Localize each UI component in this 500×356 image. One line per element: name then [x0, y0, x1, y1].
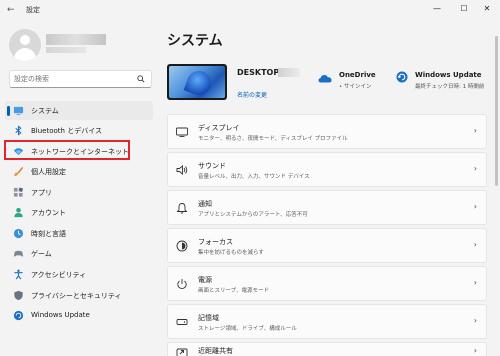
chevron-right-icon: ›: [473, 316, 477, 325]
wallpaper-image: [169, 66, 225, 98]
maximize-button[interactable]: ☐: [455, 3, 473, 15]
sidebar-item-label: アクセシビリティ: [31, 271, 87, 279]
minimize-button[interactable]: —: [428, 3, 446, 15]
sidebar-item-accessibility[interactable]: アクセシビリティ: [5, 265, 153, 284]
sidebar-item-label: プライバシーとセキュリティ: [31, 292, 122, 300]
card-title: 通知: [198, 200, 212, 208]
profile-name-redacted: [46, 34, 106, 45]
scrollbar[interactable]: [495, 36, 498, 186]
card-title: 近距離共有: [198, 347, 233, 355]
sidebar-item-personalization[interactable]: 個人用設定: [5, 162, 153, 181]
sidebar-item-label: システム: [31, 107, 59, 115]
highlight-box: [4, 140, 130, 160]
onedrive-icon[interactable]: [318, 74, 332, 83]
avatar-body-shape: [14, 48, 36, 61]
windows-update-status-icon[interactable]: [396, 71, 408, 83]
sidebar-item-windows-update[interactable]: Windows Update: [5, 306, 153, 325]
chevron-right-icon: ›: [473, 346, 477, 355]
sidebar-item-label: 時刻と言語: [31, 230, 66, 238]
power-icon: [177, 279, 187, 289]
windows-update-icon: [13, 310, 24, 321]
card-storage[interactable]: 記憶域 ストレージ領域、ドライブ、構成ルール ›: [167, 304, 487, 339]
card-subtitle: 集中を妨げるものを減らす: [198, 250, 264, 256]
nearby-share-icon: [176, 348, 188, 356]
shield-icon: [14, 290, 23, 301]
windows-update-status: 最終チェック日時: 1 時間前: [415, 84, 485, 90]
bluetooth-icon: [15, 125, 22, 136]
card-subtitle: アプリとシステムからのアラート、応答不可: [198, 212, 308, 218]
sidebar-item-label: アカウント: [31, 209, 66, 217]
chevron-right-icon: ›: [473, 164, 477, 173]
title-bar: ← 設定 — ☐ ✕: [0, 0, 500, 20]
card-display[interactable]: ディスプレイ モニター、明るさ、夜間モード、ディスプレイ プロファイル ›: [167, 114, 487, 149]
chevron-right-icon: ›: [473, 240, 477, 249]
display-icon: [176, 127, 188, 137]
chevron-right-icon: ›: [473, 202, 477, 211]
card-title: 記憶域: [198, 314, 219, 322]
card-sound[interactable]: サウンド 音量レベル、出力、入力、サウンド デバイス ›: [167, 152, 487, 187]
sidebar-item-privacy-security[interactable]: プライバシーとセキュリティ: [5, 286, 153, 305]
brush-icon: [13, 166, 24, 177]
sidebar-item-bluetooth[interactable]: Bluetooth とデバイス: [5, 121, 153, 140]
avatar[interactable]: [9, 29, 41, 61]
sidebar-item-system[interactable]: システム: [5, 101, 153, 120]
device-name-redacted: [278, 68, 300, 77]
card-title: 電源: [198, 276, 212, 284]
sidebar-item-label: Windows Update: [31, 311, 90, 319]
sound-icon: [176, 165, 188, 175]
account-icon: [14, 207, 23, 218]
accessibility-icon: [14, 269, 23, 280]
card-focus[interactable]: フォーカス 集中を妨げるものを減らす ›: [167, 228, 487, 263]
close-button[interactable]: ✕: [478, 3, 496, 15]
chevron-right-icon: ›: [473, 126, 477, 135]
bell-icon: [176, 203, 188, 214]
search-box[interactable]: [9, 70, 152, 88]
onedrive-title[interactable]: OneDrive: [339, 71, 376, 79]
back-arrow-icon[interactable]: ←: [7, 4, 21, 16]
card-power[interactable]: 電源 画面とスリープ、電源モード ›: [167, 266, 487, 301]
rename-link[interactable]: 名前の変更: [237, 90, 267, 99]
sidebar-item-apps[interactable]: アプリ: [5, 183, 153, 202]
sidebar-item-time-language[interactable]: 時刻と言語: [5, 224, 153, 243]
device-thumbnail: [167, 64, 227, 100]
sidebar-item-label: ゲーム: [31, 250, 52, 258]
card-notifications[interactable]: 通知 アプリとシステムからのアラート、応答不可 ›: [167, 190, 487, 225]
card-subtitle: モニター、明るさ、夜間モード、ディスプレイ プロファイル: [198, 136, 348, 142]
sidebar-item-label: Bluetooth とデバイス: [31, 127, 102, 135]
card-subtitle: 画面とスリープ、電源モード: [198, 288, 270, 294]
settings-window: ← 設定 — ☐ ✕ システム Blue: [0, 0, 500, 356]
focus-icon: [176, 240, 188, 252]
profile-email-redacted: [46, 47, 86, 53]
device-name: DESKTOP-: [237, 68, 283, 77]
sidebar-item-label: 個人用設定: [31, 168, 66, 176]
avatar-head-shape: [20, 35, 30, 45]
windows-update-title[interactable]: Windows Update: [415, 71, 482, 79]
card-subtitle: 音量レベル、出力、入力、サウンド デバイス: [198, 174, 310, 180]
system-icon: [13, 106, 24, 116]
card-nearby-share[interactable]: 近距離共有 ›: [167, 342, 487, 356]
card-title: ディスプレイ: [198, 124, 240, 132]
sidebar-item-gaming[interactable]: ゲーム: [5, 244, 153, 263]
time-language-icon: [13, 228, 24, 239]
storage-icon: [176, 319, 188, 325]
onedrive-status: • サインイン: [339, 84, 372, 90]
page-title: システム: [167, 33, 223, 49]
wallpaper-bloom-shape: [183, 67, 215, 98]
card-title: サウンド: [198, 162, 226, 170]
search-icon[interactable]: [137, 75, 145, 83]
sidebar-item-label: アプリ: [31, 189, 52, 197]
card-subtitle: ストレージ領域、ドライブ、構成ルール: [198, 326, 297, 332]
sidebar-item-accounts[interactable]: アカウント: [5, 203, 153, 222]
search-input[interactable]: [14, 73, 132, 85]
app-title: 設定: [26, 6, 40, 14]
active-indicator: [7, 106, 10, 116]
card-title: フォーカス: [198, 238, 233, 246]
chevron-right-icon: ›: [473, 278, 477, 287]
apps-icon: [13, 187, 24, 197]
game-icon: [13, 250, 24, 257]
